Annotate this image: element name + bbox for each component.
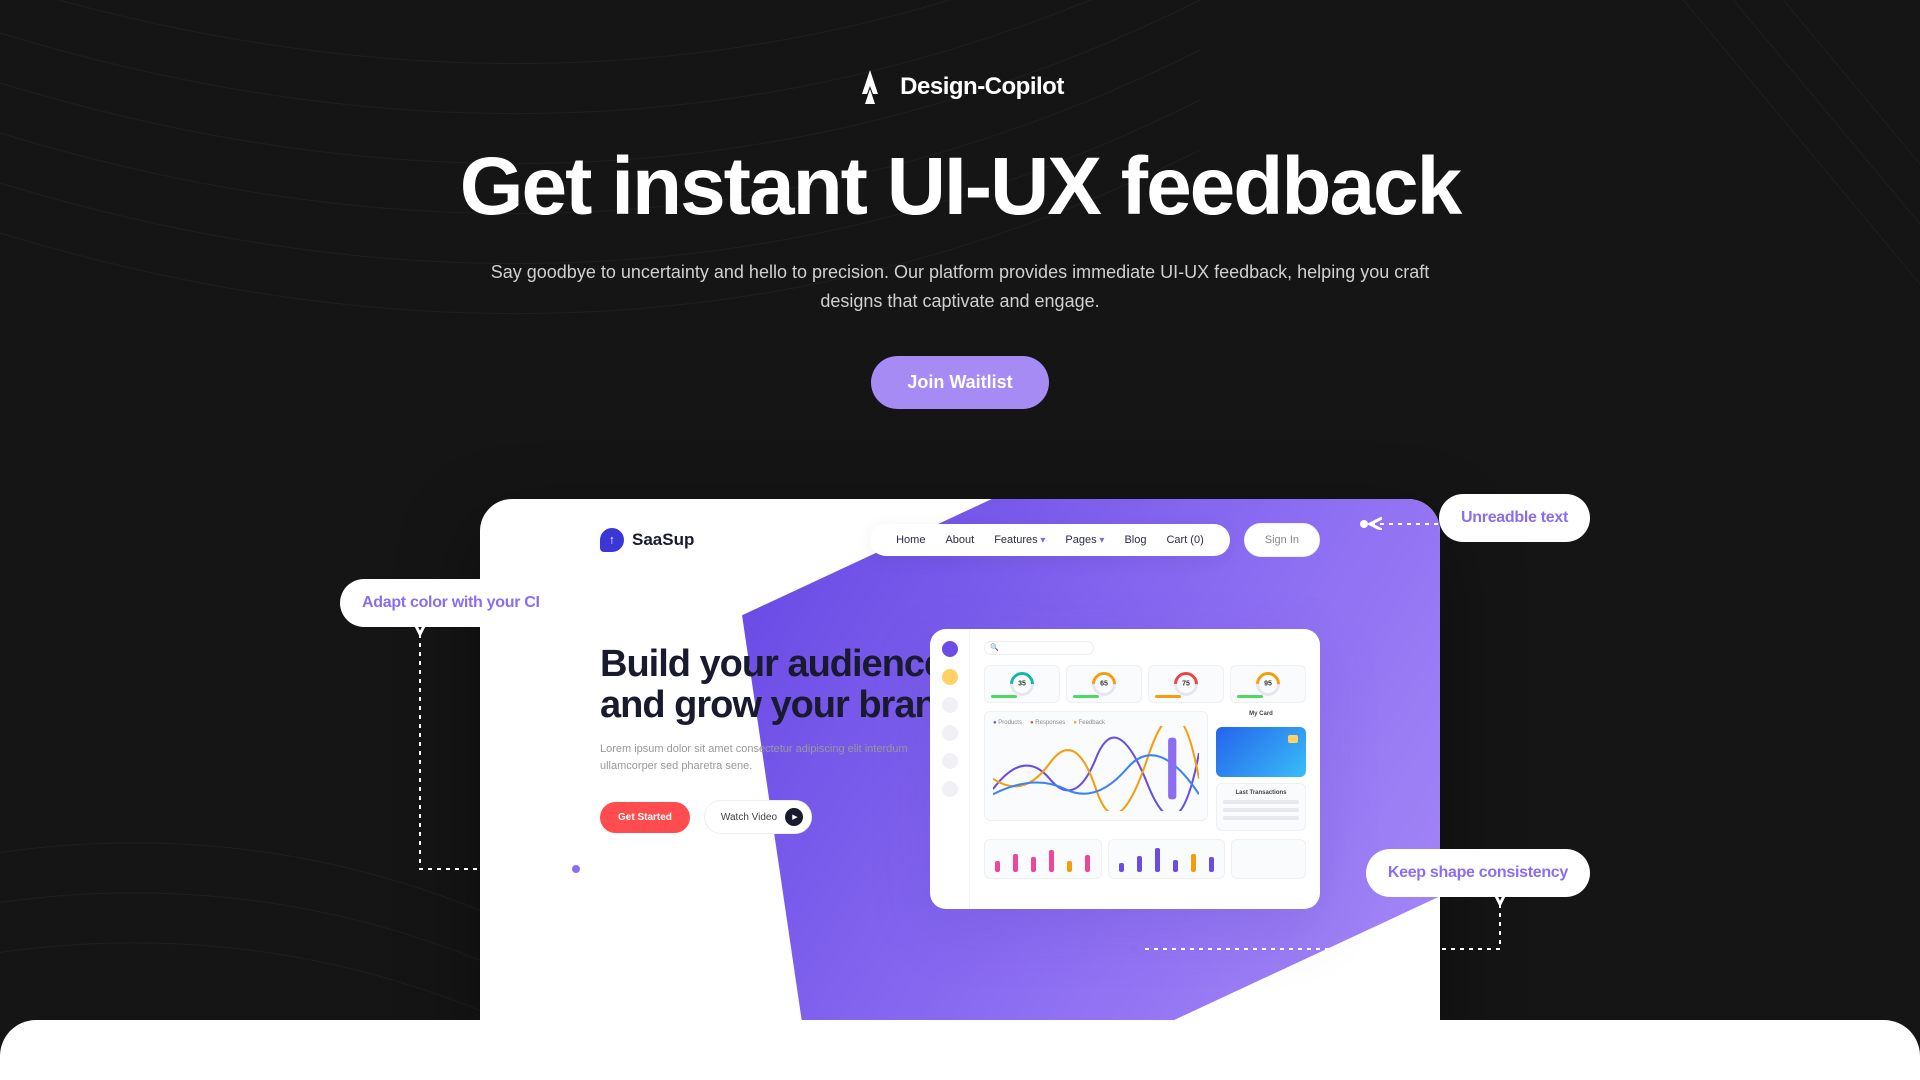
kpi-card: 75 <box>1148 665 1224 703</box>
preview-area: Adapt color with your CI Unreadble text … <box>310 499 1610 1059</box>
nav-features[interactable]: Features <box>994 534 1045 546</box>
mockup-nav: Home About Features Pages Blog Cart (0) <box>870 524 1230 556</box>
sidebar-icon <box>942 781 958 797</box>
kpi-card: 95 <box>1230 665 1306 703</box>
callout-shape-consistency: Keep shape consistency <box>1366 849 1590 897</box>
bar-chart <box>1231 839 1306 879</box>
dashboard-card: 35 65 75 95 Products Responses Feedback <box>930 629 1320 909</box>
kpi-card: 35 <box>984 665 1060 703</box>
hero-subtitle: Say goodbye to uncertainty and hello to … <box>480 258 1440 316</box>
mockup-brand-name: SaaSup <box>632 530 694 550</box>
logo-icon <box>856 70 884 104</box>
sidebar-icon <box>942 753 958 769</box>
brand-name: Design-Copilot <box>900 73 1064 101</box>
dashboard-sidebar <box>930 629 970 909</box>
line-chart: Products Responses Feedback <box>984 711 1208 821</box>
play-icon <box>785 808 803 826</box>
mockup-headline: Build your audience and grow your brand <box>600 644 960 728</box>
nav-pages[interactable]: Pages <box>1065 534 1104 546</box>
my-card-title: My Card <box>1216 711 1306 717</box>
join-waitlist-button[interactable]: Join Waitlist <box>871 356 1048 409</box>
kpi-row: 35 65 75 95 <box>984 665 1306 703</box>
get-started-button[interactable]: Get Started <box>600 802 690 833</box>
sidebar-icon <box>942 641 958 657</box>
bar-chart <box>1108 839 1226 879</box>
next-section-peek <box>0 1020 1920 1080</box>
sidebar-icon <box>942 725 958 741</box>
credit-card-icon <box>1216 727 1306 777</box>
bar-chart <box>984 839 1102 879</box>
search-input[interactable] <box>984 641 1094 655</box>
nav-about[interactable]: About <box>945 534 974 546</box>
mockup-subtext: Lorem ipsum dolor sit amet consectetur a… <box>600 741 960 774</box>
chart-lines-icon <box>993 726 1199 811</box>
watch-video-button[interactable]: Watch Video <box>704 800 812 834</box>
nav-home[interactable]: Home <box>896 534 925 546</box>
mockup-brand: SaaSup <box>600 528 694 552</box>
website-mockup: SaaSup Home About Features Pages Blog Ca… <box>480 499 1440 1059</box>
callout-adapt-color: Adapt color with your CI <box>340 579 562 627</box>
bar-charts-row <box>984 839 1306 879</box>
cloud-upload-icon <box>600 528 624 552</box>
mockup-hero: Build your audience and grow your brand … <box>600 644 960 835</box>
watch-video-label: Watch Video <box>721 812 777 823</box>
brand-row: Design-Copilot <box>310 70 1610 104</box>
nav-blog[interactable]: Blog <box>1124 534 1146 546</box>
signin-button[interactable]: Sign In <box>1244 523 1320 557</box>
sidebar-icon <box>942 669 958 685</box>
transactions-list: Last Transactions <box>1216 783 1306 831</box>
nav-cart[interactable]: Cart (0) <box>1166 534 1203 546</box>
sidebar-icon <box>942 697 958 713</box>
kpi-card: 65 <box>1066 665 1142 703</box>
hero-title: Get instant UI-UX feedback <box>310 144 1610 230</box>
callout-unreadable-text: Unreadble text <box>1439 494 1590 542</box>
mockup-header: SaaSup Home About Features Pages Blog Ca… <box>480 523 1440 557</box>
